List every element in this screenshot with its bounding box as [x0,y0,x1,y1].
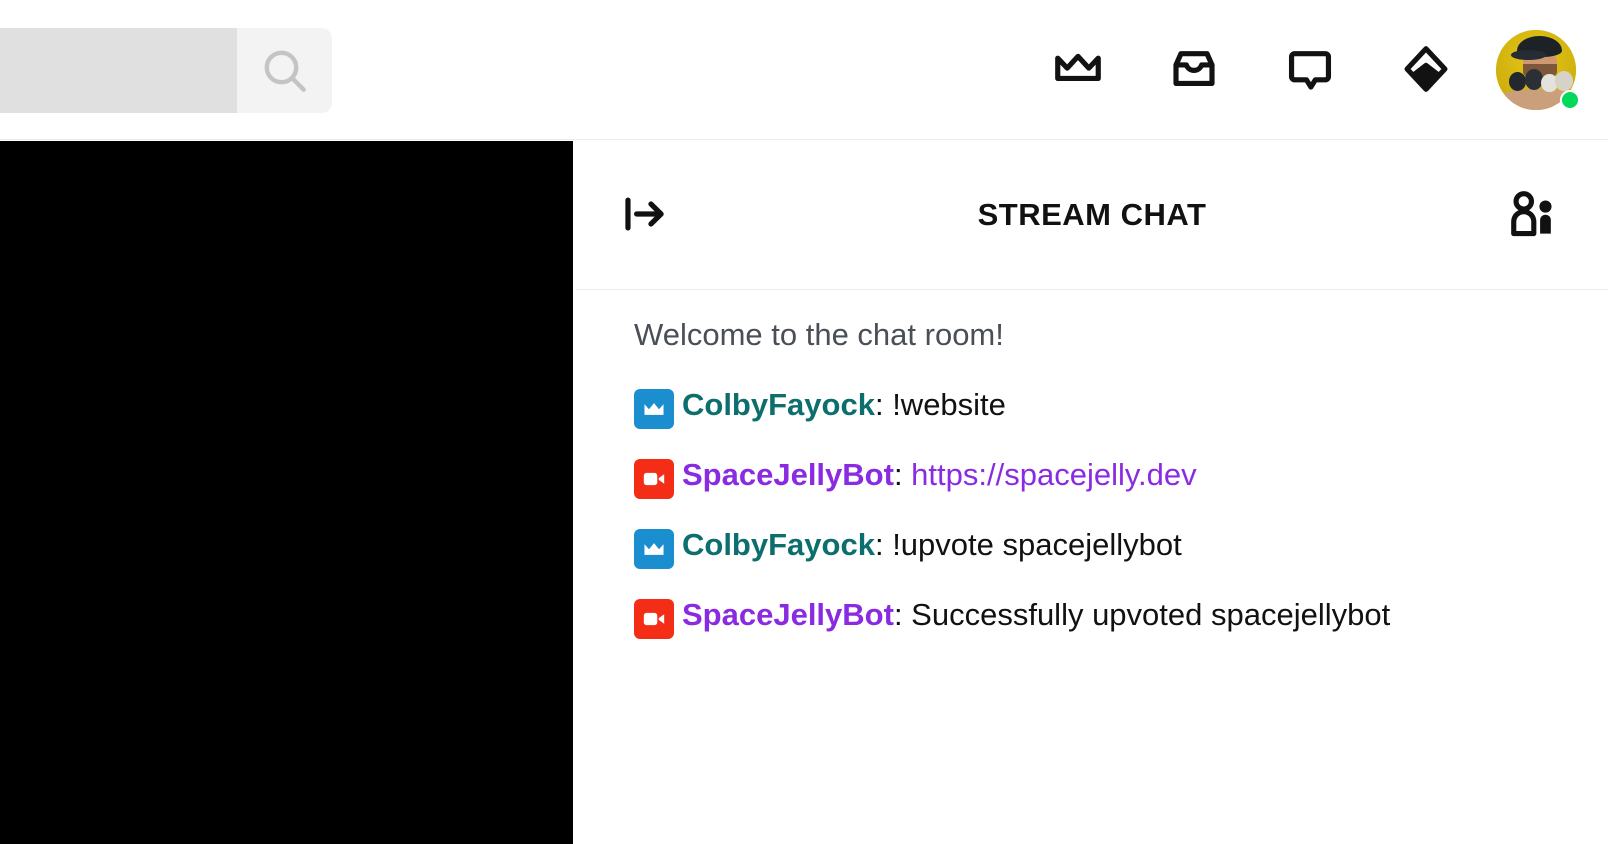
chat-message: ColbyFayock: !upvote spacejellybot [634,525,1574,569]
chat-message-text: !website [892,386,1006,422]
chat-message-text: Successfully upvoted spacejellybot [911,596,1391,632]
inbox-icon [1167,42,1221,99]
crown-badge [634,528,674,569]
chat-bubble-icon [1283,42,1337,99]
chat-message-username[interactable]: ColbyFayock [682,387,875,422]
chat-message-username[interactable]: ColbyFayock [682,527,875,562]
video-camera-icon [641,606,667,632]
users-icon [1503,186,1559,245]
search-button[interactable] [237,28,332,113]
online-status-dot [1560,90,1580,110]
chat-message-list[interactable]: Welcome to the chat room! ColbyFayock: !… [576,290,1608,844]
chat-users-button[interactable] [1496,183,1566,247]
crown-icon [641,396,667,422]
chat-message-link[interactable]: https://spacejelly.dev [911,457,1196,492]
chat-message-separator: : [874,526,893,562]
chat-bubble-icon-button[interactable] [1252,0,1368,140]
inbox-icon-button[interactable] [1136,0,1252,140]
top-navigation-bar [0,0,1608,140]
video-badge [634,458,674,499]
chat-message: SpaceJellyBot: https://spacejelly.dev [634,455,1574,499]
search-bar [0,28,332,113]
video-badge [634,598,674,639]
gem-diamond-icon [1399,42,1453,99]
collapse-right-icon [618,188,670,243]
gem-diamond-icon-button[interactable] [1368,0,1484,140]
app-root: STREAM CHAT Welcome to the chat room! Co… [0,0,1608,844]
nav-icon-group [1020,0,1582,140]
chat-message-separator: : [893,596,912,632]
chat-message-text: !upvote spacejellybot [892,526,1182,562]
video-stage[interactable] [0,141,573,844]
chat-message: SpaceJellyBot: Successfully upvoted spac… [634,595,1574,639]
crown-icon [1051,42,1105,99]
crown-icon [641,536,667,562]
collapse-chat-button[interactable] [612,183,676,247]
search-icon [257,43,313,99]
chat-message-username[interactable]: SpaceJellyBot [682,597,894,632]
avatar-button[interactable] [1490,0,1582,140]
crown-icon-button[interactable] [1020,0,1136,140]
chat-message-separator: : [874,386,893,422]
chat-message-username[interactable]: SpaceJellyBot [682,457,894,492]
chat-header: STREAM CHAT [576,141,1608,290]
chat-welcome-text: Welcome to the chat room! [634,317,1004,352]
search-input[interactable] [0,28,237,113]
video-camera-icon [641,466,667,492]
crown-badge [634,388,674,429]
chat-message: ColbyFayock: !website [634,385,1574,429]
chat-message-separator: : [893,456,912,492]
stream-chat-panel: STREAM CHAT Welcome to the chat room! Co… [576,141,1608,844]
chat-title: STREAM CHAT [977,197,1207,232]
